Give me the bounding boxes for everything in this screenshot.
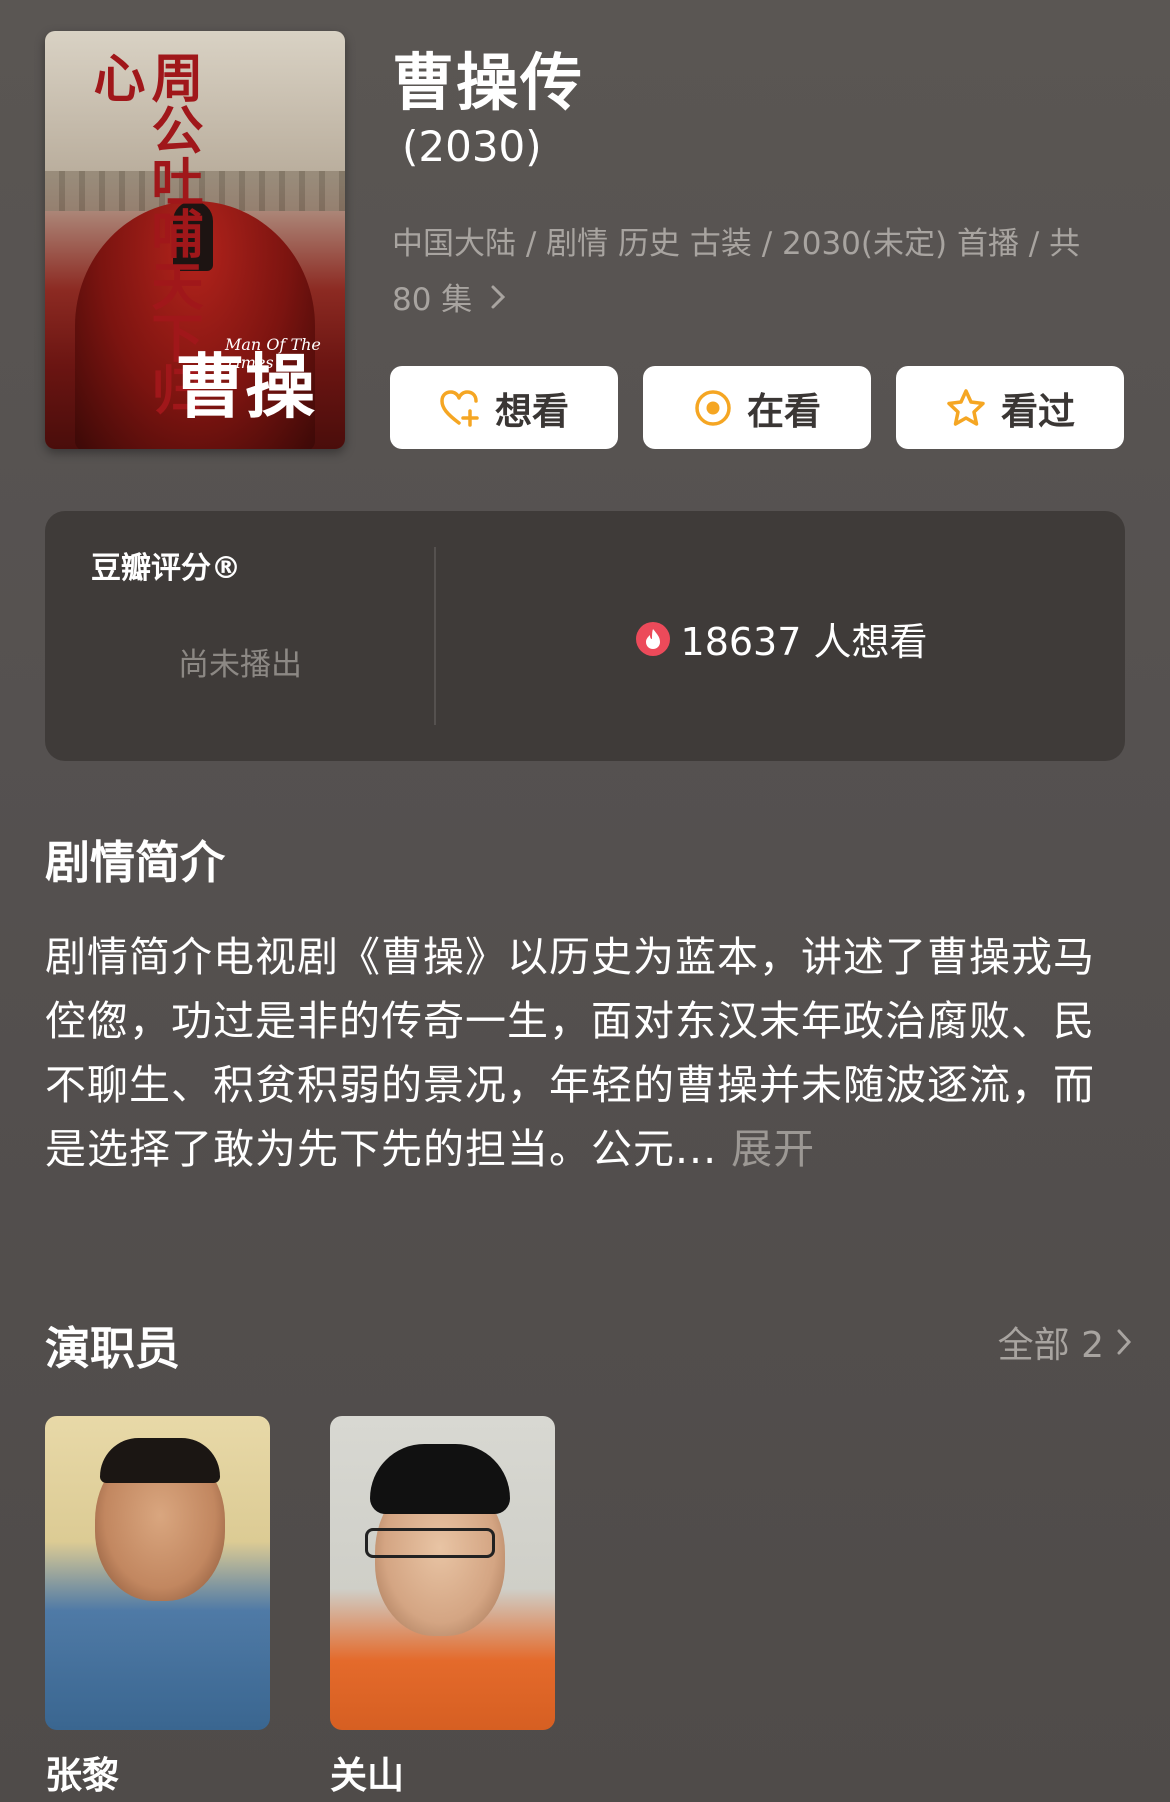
wish-count-text: 18637 人想看: [680, 620, 928, 664]
rating-status: 尚未播出: [178, 647, 302, 683]
fire-icon: [635, 621, 671, 657]
cast-hair: [100, 1438, 220, 1483]
expand-link[interactable]: 展开: [731, 1125, 815, 1173]
cast-title: 演职员: [45, 1322, 181, 1375]
show-meta[interactable]: 中国大陆 / 剧情 历史 古装 / 2030(未定) 首播 / 共 80 集: [392, 216, 1112, 328]
chevron-right-icon: [490, 272, 506, 328]
cast-name[interactable]: 关山: [330, 1745, 404, 1799]
rating-divider: [434, 547, 436, 725]
watching-button[interactable]: 在看: [643, 366, 871, 449]
poster-english-title: Man Of The Times: [225, 335, 321, 372]
rating-card[interactable]: 豆瓣评分® 尚未播出 18637 人想看: [45, 511, 1125, 761]
cast-all-label: 全部 2: [997, 1325, 1104, 1366]
page-title: 曹操传: [392, 46, 585, 119]
cast-name[interactable]: 张黎: [45, 1745, 119, 1799]
heart-plus-icon: [439, 389, 481, 427]
target-circle-icon: [693, 388, 733, 428]
cast-photo-zhangli[interactable]: [45, 1416, 270, 1730]
chevron-right-icon: [1116, 1328, 1132, 1356]
want-to-watch-button[interactable]: 想看: [390, 366, 618, 449]
release-year: (2030): [402, 122, 542, 171]
cast-all-link[interactable]: 全部 2: [998, 1316, 1132, 1368]
cast-photo-guanshan[interactable]: [330, 1416, 555, 1730]
want-to-watch-label: 想看: [495, 389, 569, 433]
star-outline-icon: [945, 388, 987, 428]
watching-label: 在看: [747, 389, 821, 433]
poster-image[interactable]: 周公吐哺天下归心 曹操 Man Of The Times: [45, 31, 345, 449]
wish-count: 18637 人想看: [437, 611, 1125, 666]
synopsis-text: 剧情简介电视剧《曹操》以历史为蓝本，讲述了曹操戎马倥偬，功过是非的传奇一生，面对…: [45, 925, 1125, 1181]
watched-button[interactable]: 看过: [896, 366, 1124, 449]
douban-rating-label: 豆瓣评分®: [91, 551, 241, 586]
cast-glasses: [365, 1528, 495, 1558]
cast-hair: [370, 1444, 510, 1514]
synopsis-body: 剧情简介电视剧《曹操》以历史为蓝本，讲述了曹操戎马倥偬，功过是非的传奇一生，面对…: [45, 933, 1095, 1173]
synopsis-title: 剧情简介: [45, 836, 226, 889]
watched-label: 看过: [1001, 389, 1075, 433]
